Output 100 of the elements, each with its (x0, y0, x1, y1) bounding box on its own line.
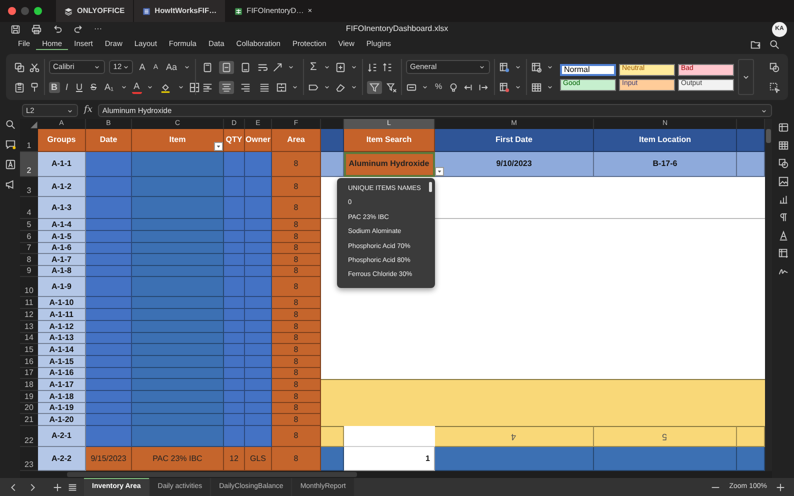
list-icon[interactable] (67, 482, 78, 492)
select-all-triangle-icon[interactable] (29, 120, 38, 129)
row-header[interactable]: 12 (20, 309, 38, 321)
plus-icon[interactable] (775, 482, 786, 492)
brush-icon[interactable] (29, 82, 40, 92)
row-header[interactable]: 14 (20, 333, 38, 344)
table-cell: 8 (272, 277, 321, 297)
cell-settings-icon[interactable] (778, 122, 788, 133)
row-header[interactable]: 9 (20, 266, 38, 277)
text-art-icon[interactable] (778, 230, 788, 241)
table-cell: 8 (272, 309, 321, 321)
scrollbar-thumb[interactable] (67, 472, 357, 477)
merge-cells-icon[interactable] (276, 82, 287, 92)
sort-up-icon[interactable] (382, 62, 393, 72)
more-button[interactable]: ··· (94, 23, 102, 35)
bold-button[interactable]: B (49, 82, 60, 92)
horizontal-scrollbar[interactable] (20, 471, 772, 478)
row-header[interactable]: 22 (20, 426, 38, 447)
currency-format-icon[interactable] (406, 82, 417, 92)
redo-icon[interactable] (73, 24, 84, 34)
scrollbar-thumb[interactable] (429, 182, 432, 192)
selection-icon[interactable] (769, 82, 780, 92)
paragraph-icon[interactable] (778, 212, 788, 223)
row-header[interactable]: 23 (20, 447, 38, 471)
filter-button[interactable] (214, 142, 223, 151)
row-header[interactable]: 15 (20, 344, 38, 356)
shapes-icon[interactable] (769, 62, 780, 72)
increase-font-button[interactable]: A (137, 62, 148, 72)
row-header[interactable]: 10 (20, 277, 38, 297)
table-cell: 8 (272, 356, 321, 368)
subscript-button[interactable]: A₁ (102, 82, 116, 92)
cell-style-option[interactable]: Normal (560, 64, 616, 76)
clear-filter-icon[interactable] (386, 82, 397, 92)
row-header[interactable]: 5 (20, 219, 38, 231)
row-header[interactable]: 1 (20, 129, 38, 152)
table-cell (86, 309, 132, 321)
table-cell (245, 177, 272, 197)
percent-button[interactable]: % (433, 82, 444, 92)
table-cell (86, 277, 132, 297)
cut-icon[interactable] (29, 62, 40, 72)
strike-button[interactable]: S (88, 82, 99, 92)
font-color-button[interactable]: A (132, 80, 142, 94)
conditional-format-icon[interactable] (499, 62, 510, 72)
pivot-table-icon[interactable] (778, 248, 788, 259)
change-case-button[interactable]: Aa (164, 62, 179, 72)
autosum-button[interactable]: Σ (308, 60, 319, 74)
table-cell (86, 243, 132, 254)
function-button[interactable]: fx (84, 104, 92, 118)
undo-icon[interactable] (52, 24, 63, 34)
row-header[interactable]: 4 (20, 197, 38, 219)
row-header[interactable]: 21 (20, 414, 38, 426)
wrap-text-icon[interactable] (257, 62, 268, 72)
italic-button[interactable]: I (64, 82, 70, 92)
table-icon[interactable] (531, 82, 542, 92)
chart-icon[interactable] (778, 194, 788, 205)
row-header[interactable]: 13 (20, 321, 38, 333)
row-header[interactable]: 2 (20, 152, 38, 177)
close-window-button[interactable] (8, 7, 16, 15)
diagonal-arrow-icon[interactable] (272, 62, 283, 72)
row-header[interactable]: 11 (20, 297, 38, 309)
comment-icon[interactable] (4, 139, 16, 150)
table-icon[interactable] (778, 140, 788, 151)
signature-icon[interactable] (778, 266, 788, 277)
clipboard-icon[interactable] (14, 82, 25, 92)
image-icon[interactable] (778, 176, 788, 187)
underline-button[interactable]: U (74, 82, 85, 92)
scrollbar-thumb[interactable] (766, 129, 771, 143)
spell-check-icon[interactable] (4, 159, 16, 170)
borders-icon[interactable] (188, 82, 200, 92)
row-header[interactable]: 16 (20, 356, 38, 368)
sort-down-icon[interactable] (367, 62, 378, 72)
format-table-icon[interactable] (531, 62, 542, 72)
dropdown-button[interactable] (435, 167, 444, 176)
eraser-icon[interactable] (335, 82, 346, 92)
folder-icon[interactable] (750, 38, 761, 50)
table-cell (86, 403, 132, 414)
plus-icon[interactable] (52, 482, 63, 492)
row-header[interactable]: 19 (20, 391, 38, 403)
row-header[interactable]: 17 (20, 368, 38, 379)
search-icon[interactable] (4, 119, 16, 130)
row-header[interactable]: 18 (20, 379, 38, 391)
vertical-scrollbar[interactable] (765, 119, 772, 471)
row-header[interactable]: 20 (20, 403, 38, 414)
row-header[interactable]: 8 (20, 254, 38, 266)
row-header[interactable]: 6 (20, 231, 38, 243)
megaphone-icon[interactable] (4, 179, 16, 190)
light-bulb-icon[interactable] (448, 82, 460, 92)
print-icon[interactable] (31, 24, 42, 34)
shapes-icon[interactable] (778, 158, 788, 169)
row-header[interactable]: 3 (20, 177, 38, 197)
zoom-window-button[interactable] (34, 7, 42, 15)
save-icon[interactable] (10, 24, 21, 34)
conditional-format-delete-icon[interactable] (499, 82, 510, 92)
insert-cell-icon[interactable] (334, 62, 346, 72)
table-cell: A-1-9 (38, 277, 86, 297)
row-header[interactable]: 7 (20, 243, 38, 254)
search-icon[interactable] (769, 38, 780, 50)
copy-icon[interactable] (14, 62, 25, 72)
table-cell (224, 321, 245, 333)
table-cell (321, 129, 344, 152)
